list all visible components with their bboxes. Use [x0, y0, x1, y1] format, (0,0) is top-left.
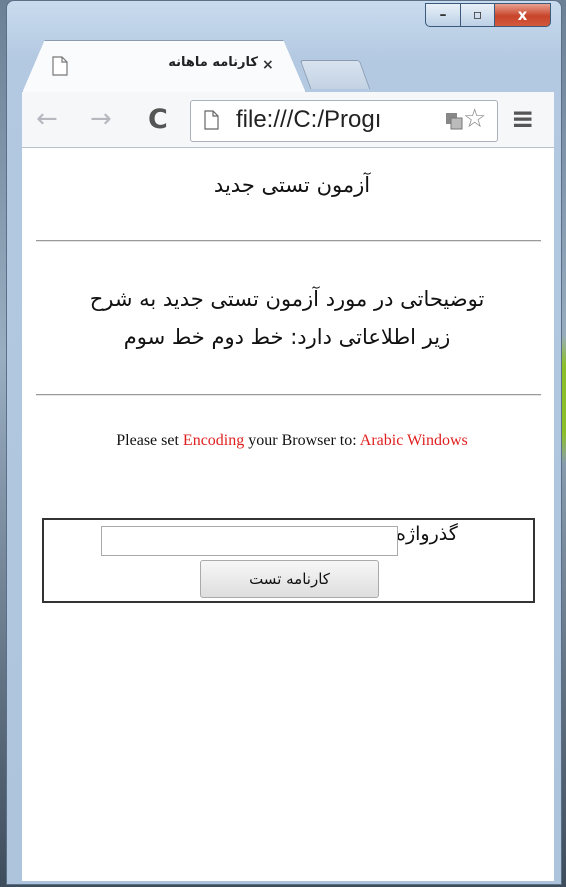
description-line-1: توضیحاتی در مورد آزمون تستی جدید به شرح — [89, 287, 485, 311]
page-title: آزمون تستی جدید — [213, 173, 371, 197]
notice-highlight: Encoding — [182, 432, 245, 449]
divider — [36, 240, 541, 242]
page-icon — [52, 56, 68, 76]
close-button[interactable]: x — [495, 3, 551, 27]
new-tab-button[interactable] — [299, 60, 371, 89]
password-input[interactable] — [101, 526, 398, 556]
tab-close-icon[interactable]: × — [262, 57, 274, 73]
divider — [36, 394, 541, 396]
description-line-2: زیر اطلاعاتی دارد: خط دوم خط سوم — [123, 325, 451, 349]
url-text[interactable]: file:///C:/Progı — [236, 106, 448, 134]
file-icon — [204, 110, 219, 130]
back-icon[interactable]: ← — [36, 104, 58, 134]
encoding-notice: Please set Encoding your Browser to: Ara… — [52, 430, 532, 452]
submit-button[interactable]: کارنامه تست — [200, 560, 379, 598]
menu-icon[interactable]: ≡ — [511, 102, 534, 135]
translate-icon[interactable] — [445, 110, 463, 130]
bookmark-star-icon[interactable]: ☆ — [463, 104, 486, 134]
forward-icon[interactable]: → — [90, 104, 112, 134]
minimize-button[interactable]: – — [425, 3, 461, 27]
description: توضیحاتی در مورد آزمون تستی جدید به شرح … — [30, 280, 544, 356]
notice-text: your Browser to: — [244, 432, 360, 449]
reload-icon[interactable]: C — [148, 104, 168, 135]
maximize-button[interactable]: ▫ — [461, 3, 495, 27]
password-label: گذرواژه — [396, 523, 458, 545]
notice-text: Please set — [116, 432, 183, 449]
tab-title[interactable]: کارنامه ماهانه — [130, 55, 258, 70]
page-content: آزمون تستی جدید توضیحاتی در مورد آزمون ت… — [22, 148, 554, 881]
notice-highlight: Arabic Windows — [359, 432, 468, 449]
window-controls: – ▫ x — [425, 3, 551, 27]
